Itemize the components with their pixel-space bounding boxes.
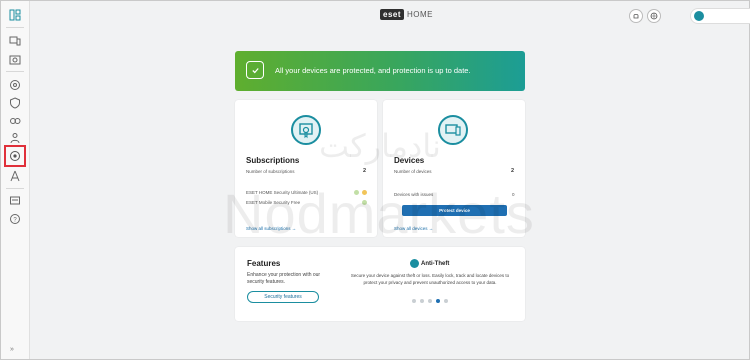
family-icon[interactable] — [8, 114, 22, 128]
feature-carousel-dots — [412, 299, 448, 303]
bell-icon[interactable] — [629, 9, 643, 23]
dashboard-icon[interactable] — [8, 8, 22, 22]
user-account-button[interactable] — [690, 8, 750, 24]
logo-suffix: HOME — [407, 10, 434, 19]
devices-count: 2 — [511, 168, 515, 174]
carousel-dot[interactable] — [420, 299, 424, 303]
globe-icon[interactable] — [647, 9, 661, 23]
carousel-dot[interactable] — [444, 299, 448, 303]
collapse-sidebar-button[interactable]: » — [10, 346, 14, 353]
logo-mark: eset — [380, 9, 405, 20]
protection-status-banner: All your devices are protected, and prot… — [235, 51, 525, 91]
carousel-dot[interactable] — [436, 299, 440, 303]
check-icon — [246, 61, 264, 79]
license-icon[interactable] — [8, 53, 22, 67]
subscriptions-title: Subscriptions — [246, 156, 300, 165]
watermark-english: Nodmarkets — [223, 182, 535, 245]
carousel-dot[interactable] — [412, 299, 416, 303]
sidebar: ? » — [1, 1, 30, 359]
anti-theft-description: Secure your device against theft or loss… — [350, 273, 510, 285]
features-description: Enhance your protection with our securit… — [247, 272, 321, 285]
features-title: Features — [247, 259, 281, 268]
subscription-certificate-icon — [291, 115, 321, 145]
network-icon[interactable] — [8, 169, 22, 183]
topbar: eset HOME — [30, 1, 750, 31]
anti-theft-feature-icon — [410, 259, 419, 268]
messages-icon[interactable] — [8, 194, 22, 208]
anti-theft-icon[interactable] — [8, 149, 22, 163]
subscriptions-count: 2 — [363, 168, 367, 174]
devices-count-label: Number of devices — [394, 169, 432, 174]
carousel-dot[interactable] — [428, 299, 432, 303]
status-message: All your devices are protected, and prot… — [275, 66, 471, 75]
app-window: ? » eset HOME All your devices are prote… — [0, 0, 750, 360]
help-icon[interactable]: ? — [8, 212, 22, 226]
devices-icon-large — [438, 115, 468, 145]
subscriptions-count-label: Number of subscriptions — [246, 169, 295, 174]
security-features-button[interactable]: Security features — [247, 291, 319, 303]
settings-icon[interactable] — [8, 78, 22, 92]
svg-text:?: ? — [13, 218, 17, 224]
anti-theft-title: Anti-Theft — [421, 261, 450, 267]
shield-icon[interactable] — [8, 96, 22, 110]
watermark-persian: نادمارکت — [319, 127, 441, 165]
eset-home-logo[interactable]: eset HOME — [380, 9, 433, 20]
devices-icon[interactable] — [8, 34, 22, 48]
user-icon — [694, 11, 704, 21]
users-icon[interactable] — [8, 131, 22, 145]
